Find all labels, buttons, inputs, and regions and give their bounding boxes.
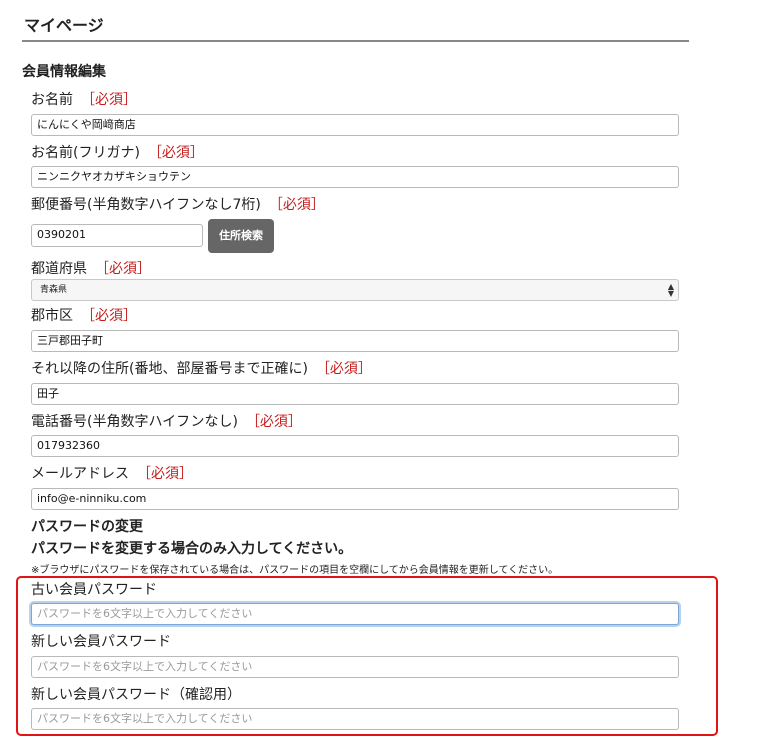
required-mark: ［必須］: [268, 197, 325, 213]
email-field[interactable]: info@e-ninniku.com: [31, 488, 679, 510]
password-note: ※ブラウザにパスワードを保存されている場合は、パスワードの項目を空欄にしてから会…: [31, 565, 559, 576]
required-mark: ［必須］: [147, 145, 204, 161]
old-password-label: 古い会員パスワード: [31, 582, 157, 598]
phone-field[interactable]: 017932360: [31, 435, 679, 457]
page-title: マイページ: [24, 16, 104, 35]
password-heading: パスワードの変更: [31, 519, 143, 535]
select-arrows-icon: ▲ ▼: [667, 282, 674, 298]
section-title: 会員情報編集: [22, 64, 106, 80]
required-mark: ［必須］: [137, 466, 193, 482]
new-password-label: 新しい会員パスワード: [31, 634, 171, 650]
phone-label: 電話番号(半角数字ハイフンなし) ［必須］: [31, 414, 302, 430]
password-subheading: パスワードを変更する場合のみ入力してください。: [31, 541, 353, 557]
name-field[interactable]: にんにくや岡﨑商店: [31, 114, 679, 136]
zip-field[interactable]: 0390201: [31, 224, 203, 247]
address-field[interactable]: 田子: [31, 383, 679, 405]
prefecture-label: 都道府県 ［必須］: [31, 261, 151, 277]
new-password-field[interactable]: パスワードを6文字以上で入力してください: [31, 656, 679, 678]
kana-field[interactable]: ニンニクヤオカザキショウテン: [31, 166, 679, 188]
required-mark: ［必須］: [81, 92, 137, 108]
required-mark: ［必須］: [95, 261, 151, 277]
required-mark: ［必須］: [315, 361, 372, 377]
prefecture-selected-value: 青森県: [40, 285, 68, 295]
zip-label: 郵便番号(半角数字ハイフンなし7桁) ［必須］: [31, 197, 325, 213]
address-label: それ以降の住所(番地、部屋番号まで正確に) ［必須］: [31, 361, 372, 377]
prefecture-select[interactable]: 青森県 ▲ ▼: [31, 279, 679, 301]
name-label: お名前 ［必須］: [31, 92, 137, 108]
address-search-button[interactable]: 住所検索: [208, 219, 274, 253]
email-label: メールアドレス ［必須］: [31, 466, 193, 482]
confirm-password-label: 新しい会員パスワード（確認用）: [31, 687, 241, 703]
required-mark: ［必須］: [245, 414, 302, 430]
kana-label: お名前(フリガナ) ［必須］: [31, 145, 204, 161]
city-label: 郡市区 ［必須］: [31, 308, 137, 324]
city-field[interactable]: 三戸郡田子町: [31, 330, 679, 352]
old-password-field[interactable]: パスワードを6文字以上で入力してください: [31, 603, 679, 625]
title-divider: [22, 40, 689, 42]
required-mark: ［必須］: [81, 308, 137, 324]
confirm-password-field[interactable]: パスワードを6文字以上で入力してください: [31, 708, 679, 730]
